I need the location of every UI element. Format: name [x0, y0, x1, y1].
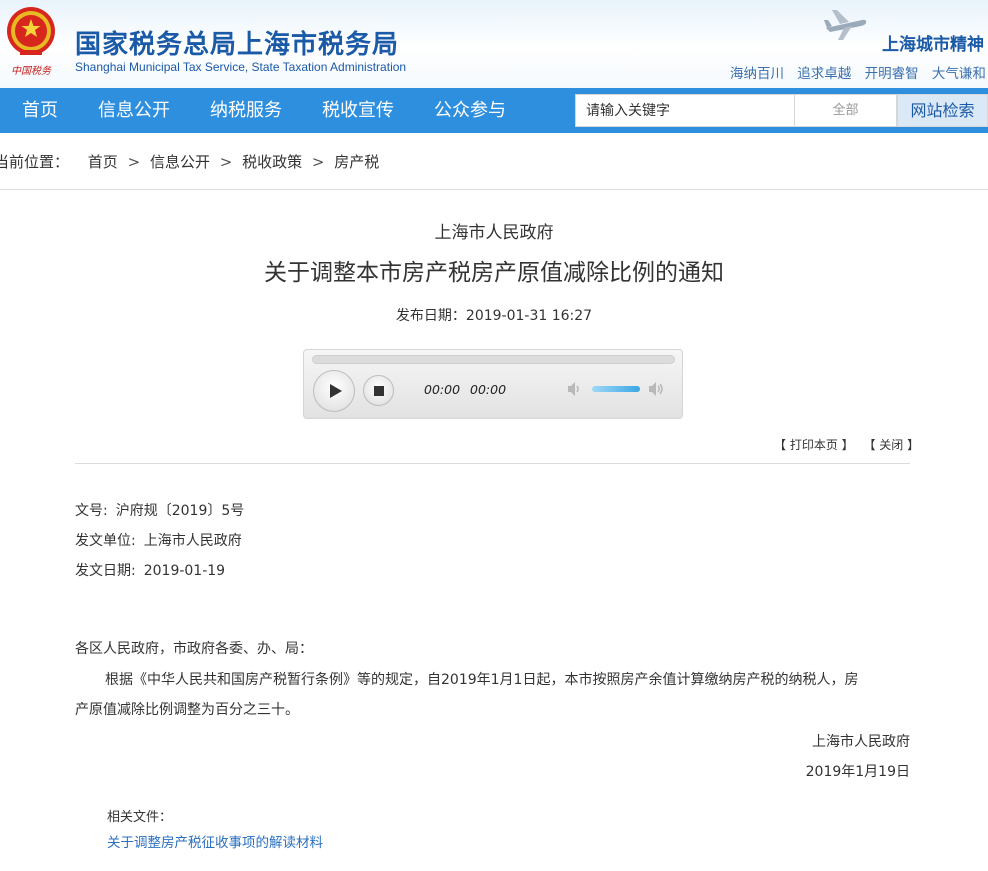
nav-item-tax-publicity[interactable]: 税收宣传 [322, 88, 394, 133]
nav-item-home[interactable]: 首页 [22, 88, 58, 133]
issuing-unit-label: 发文单位: [75, 533, 136, 549]
article-title: 关于调整本市房产税房产原值减除比例的通知 [264, 260, 724, 286]
doc-number-label: 文号: [75, 503, 108, 519]
issue-date-value: 2019-01-19 [143, 563, 226, 579]
spirit-word: 开明睿智 [864, 66, 919, 82]
nav-item-public-participation[interactable]: 公众参与 [434, 88, 506, 133]
body-paragraph-line: 产原值减除比例调整为百分之三十。 [75, 702, 299, 718]
svg-text:中国税务: 中国税务 [11, 65, 52, 77]
issue-date: 发文日期: 2019-01-19 [75, 560, 225, 580]
breadcrumb: 当前位置： 首页 > 信息公开 > 税收政策 > 房产税 [0, 150, 379, 174]
spirit-word: 大气谦和 [931, 66, 986, 82]
audio-duration: 00:00 [470, 382, 507, 397]
publish-date-label: 发布日期： [395, 308, 466, 324]
publish-date: 发布日期：2019-01-31 16:27 [0, 305, 988, 325]
article-tools: 【 打印本页 】 【 关闭 】 [774, 436, 919, 453]
issuing-unit: 发文单位: 上海市人民政府 [75, 530, 242, 550]
play-icon [330, 384, 342, 398]
nav-item-tax-service[interactable]: 纳税服务 [210, 88, 282, 133]
breadcrumb-label: 当前位置： [0, 153, 70, 171]
volume-mute-icon[interactable] [567, 381, 583, 397]
site-subtitle: Shanghai Municipal Tax Service, State Ta… [75, 60, 407, 74]
print-link[interactable]: 【 打印本页 】 [774, 438, 854, 452]
breadcrumb-home[interactable]: 首页 [88, 153, 118, 171]
breadcrumb-separator: > [219, 153, 233, 171]
salutation: 各区人民政府，市政府各委、办、局： [75, 641, 313, 657]
search-input[interactable] [576, 95, 794, 126]
volume-slider[interactable] [592, 386, 640, 392]
related-files-label: 相关文件： [107, 810, 173, 825]
spirit-word: 海纳百川 [730, 66, 784, 82]
doc-number: 文号: 沪府规〔2019〕5号 [75, 500, 244, 520]
signature-issuer: 上海市人民政府 [812, 734, 910, 750]
nav-item-info-disclosure[interactable]: 信息公开 [98, 88, 170, 133]
stop-icon [374, 386, 384, 396]
city-spirit-title: 上海城市精神 [882, 35, 984, 55]
stop-button[interactable] [363, 375, 394, 406]
audio-current-time: 00:00 [424, 382, 461, 397]
divider [75, 463, 910, 464]
search-scope-select[interactable]: 全部 [795, 94, 897, 127]
breadcrumb-separator: > [127, 153, 141, 171]
search-box [575, 94, 795, 127]
tax-emblem-logo[interactable]: 中国税务 [2, 4, 60, 78]
site-title[interactable]: 国家税务总局上海市税务局 [75, 24, 399, 61]
spirit-word: 追求卓越 [797, 66, 852, 82]
breadcrumb-separator: > [311, 153, 325, 171]
audio-player: 00:00 00:00 [303, 349, 683, 419]
close-link[interactable]: 【 关闭 】 [863, 438, 919, 452]
issue-date-label: 发文日期: [75, 563, 136, 579]
breadcrumb-info-disclosure[interactable]: 信息公开 [150, 153, 210, 171]
doc-number-value: 沪府规〔2019〕5号 [115, 503, 245, 519]
publish-date-value: 2019-01-31 16:27 [465, 308, 593, 324]
volume-max-icon[interactable] [648, 380, 666, 398]
issuing-unit-value: 上海市人民政府 [143, 533, 242, 549]
divider [0, 189, 988, 190]
play-button[interactable] [313, 370, 355, 412]
airplane-icon [824, 10, 867, 40]
related-file-link[interactable]: 关于调整房产税征收事项的解读材料 [107, 831, 323, 851]
site-header: 中国税务 国家税务总局上海市税务局 Shanghai Municipal Tax… [0, 0, 988, 88]
body-paragraph-line: 根据《中华人民共和国房产税暂行条例》等的规定，自2019年1月1日起，本市按照房… [105, 672, 859, 688]
audio-progress-bar[interactable] [312, 355, 675, 364]
article-issuer: 上海市人民政府 [434, 223, 554, 243]
city-spirit-words: 海纳百川 追求卓越 开明睿智 大气谦和 [730, 62, 988, 82]
breadcrumb-tax-policy[interactable]: 税收政策 [242, 153, 302, 171]
signature-date: 2019年1月19日 [805, 764, 910, 780]
breadcrumb-property-tax[interactable]: 房产税 [334, 153, 379, 171]
site-search-button[interactable]: 网站检索 [897, 94, 988, 127]
